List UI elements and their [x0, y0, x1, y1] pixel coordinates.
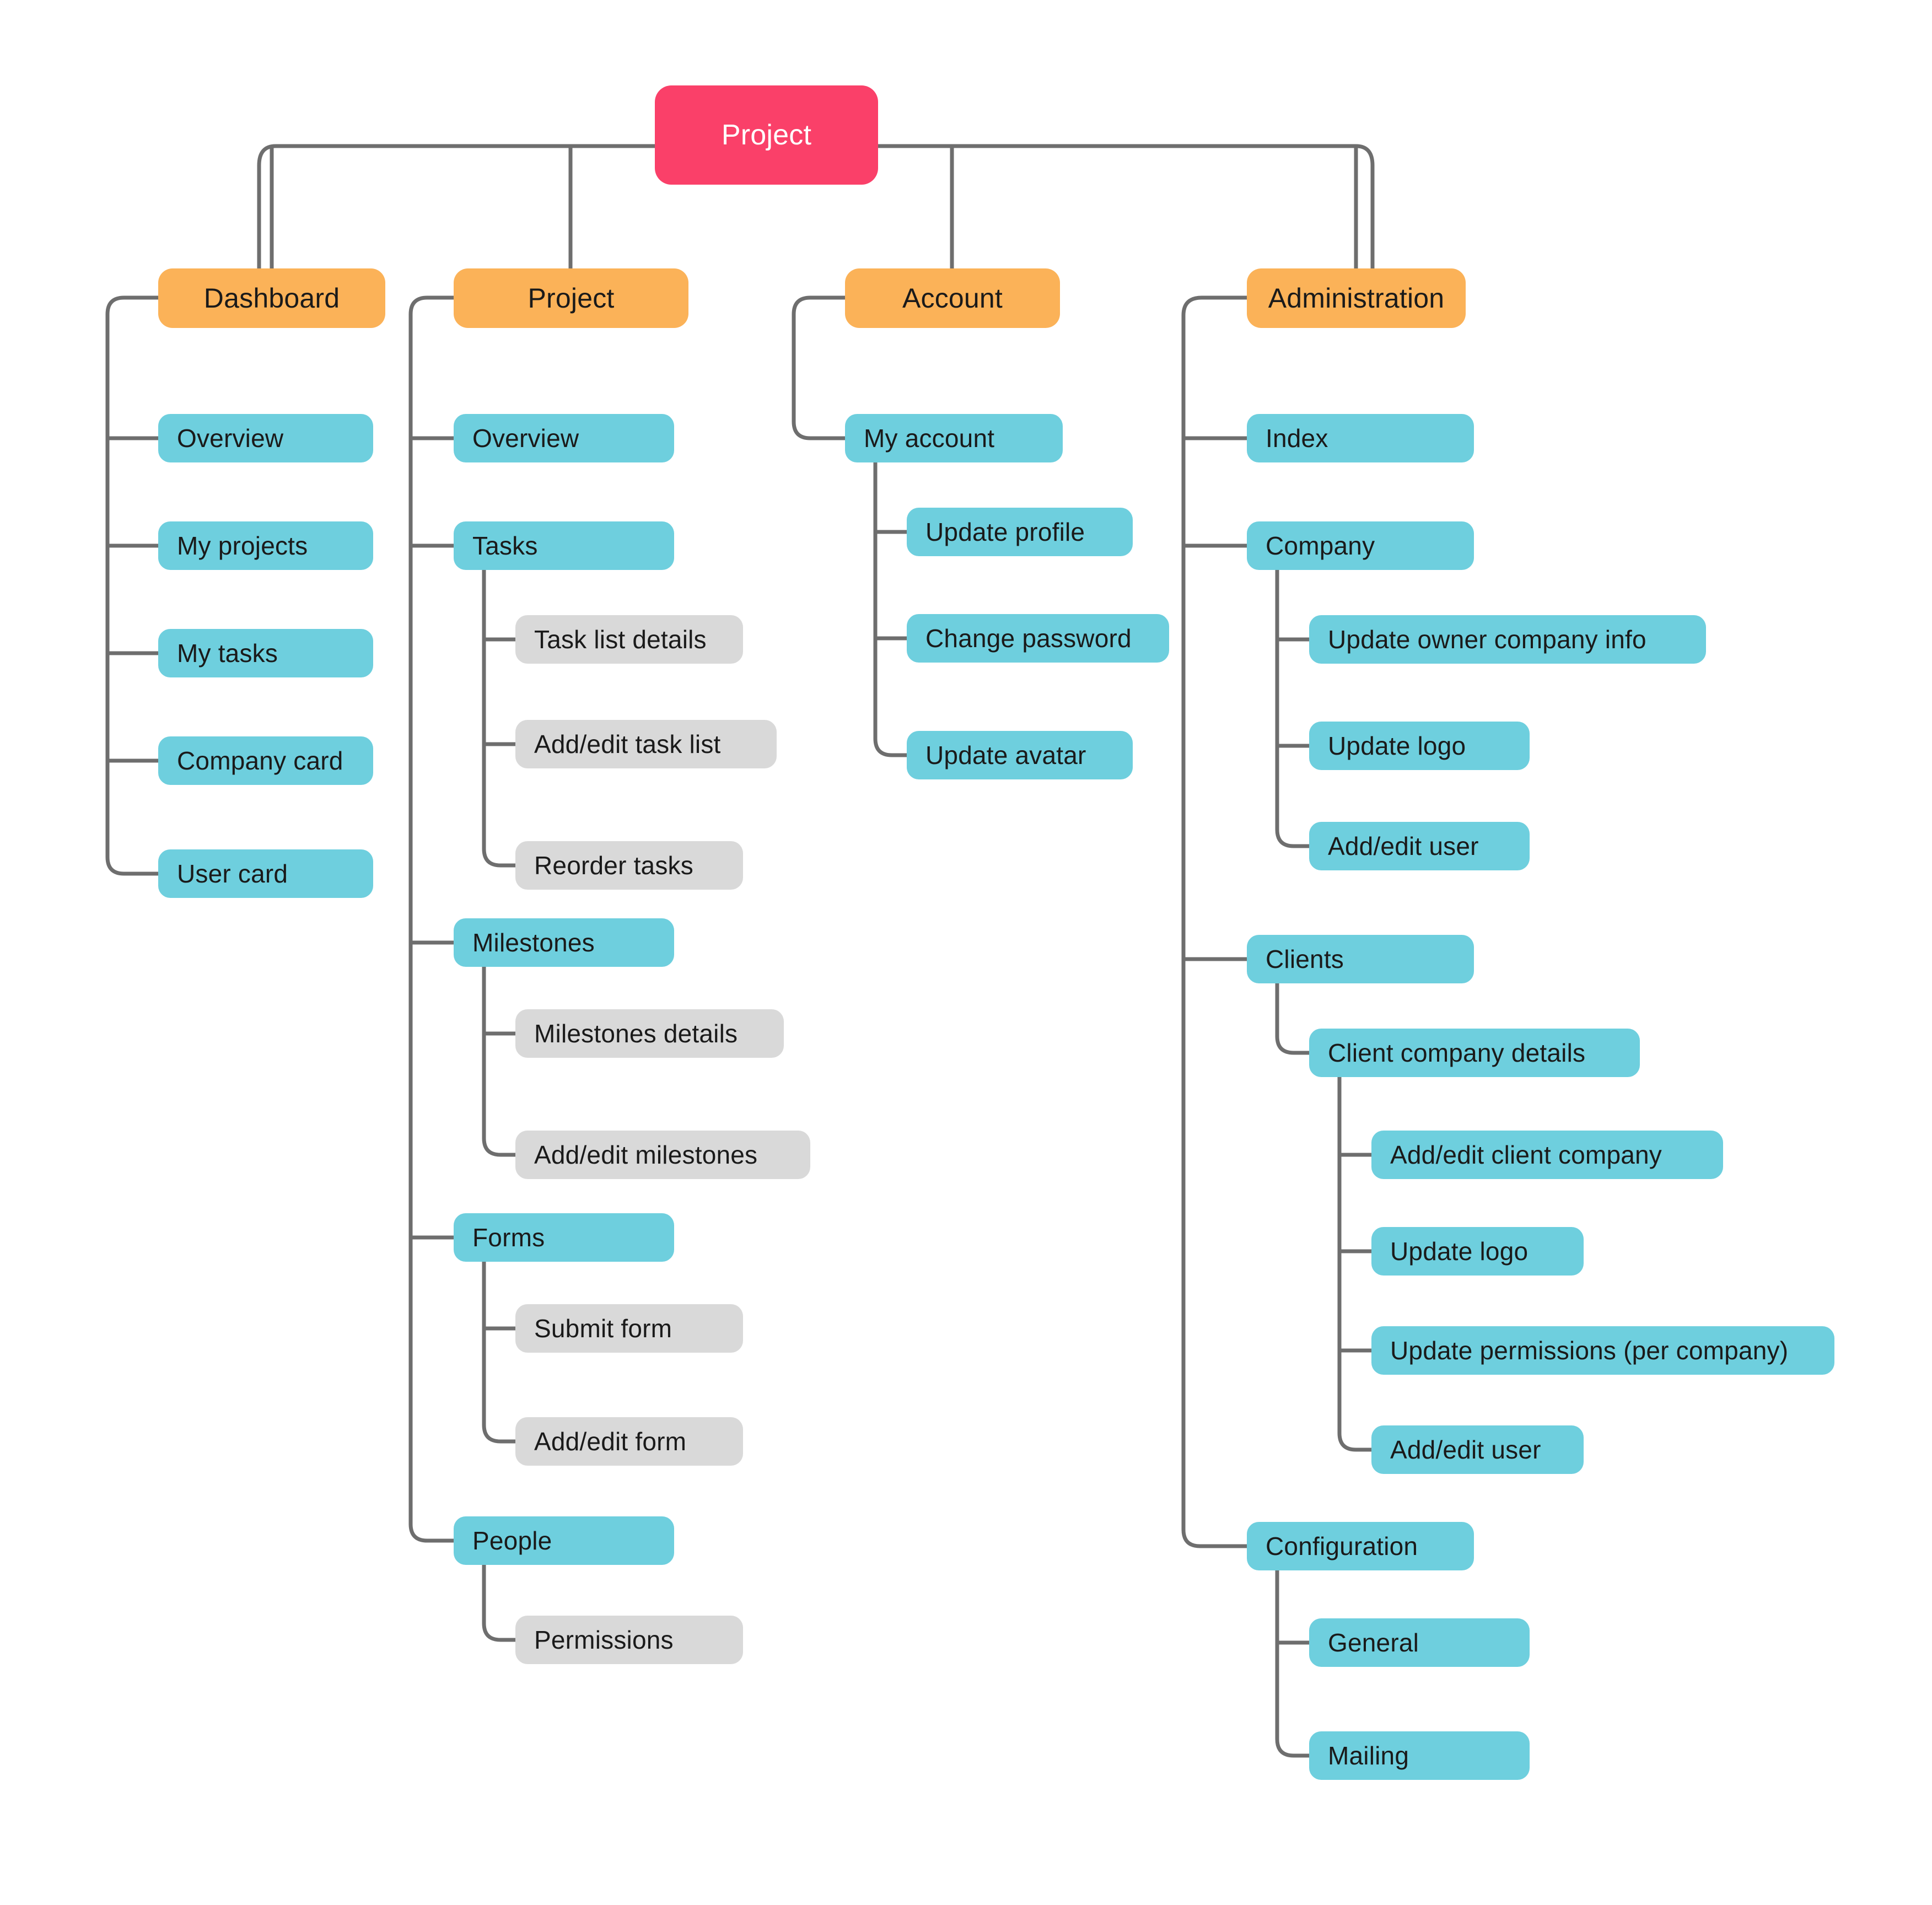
node-admin-add-edit-client-company[interactable]: Add/edit client company [1371, 1131, 1723, 1179]
node-admin-update-permissions[interactable]: Update permissions (per company) [1371, 1326, 1834, 1375]
node-dashboard-my-tasks[interactable]: My tasks [158, 629, 373, 677]
node-section-project[interactable]: Project [454, 268, 688, 328]
node-project-add-edit-milestones[interactable]: Add/edit milestones [515, 1131, 810, 1179]
node-dashboard-overview[interactable]: Overview [158, 414, 373, 462]
node-admin-company[interactable]: Company [1247, 521, 1474, 570]
node-project-tasks[interactable]: Tasks [454, 521, 674, 570]
node-account-update-avatar[interactable]: Update avatar [907, 731, 1133, 779]
node-project-people[interactable]: People [454, 1516, 674, 1565]
node-account-my-account[interactable]: My account [845, 414, 1063, 462]
node-admin-add-edit-user[interactable]: Add/edit user [1309, 822, 1530, 870]
node-project-task-list-details[interactable]: Task list details [515, 615, 743, 664]
node-project-submit-form[interactable]: Submit form [515, 1304, 743, 1353]
node-admin-client-update-logo[interactable]: Update logo [1371, 1227, 1584, 1276]
node-account-change-password[interactable]: Change password [907, 614, 1169, 663]
node-dashboard-company-card[interactable]: Company card [158, 736, 373, 785]
node-admin-general[interactable]: General [1309, 1618, 1530, 1667]
node-admin-configuration[interactable]: Configuration [1247, 1522, 1474, 1570]
node-admin-update-logo[interactable]: Update logo [1309, 722, 1530, 770]
node-project-forms[interactable]: Forms [454, 1213, 674, 1262]
node-project-milestones-details[interactable]: Milestones details [515, 1009, 784, 1058]
node-admin-clients[interactable]: Clients [1247, 935, 1474, 983]
node-admin-mailing[interactable]: Mailing [1309, 1731, 1530, 1780]
node-project-overview[interactable]: Overview [454, 414, 674, 462]
node-project-add-edit-task-list[interactable]: Add/edit task list [515, 720, 777, 768]
sitemap-diagram: Project Dashboard Project Account Admini… [0, 0, 1932, 1905]
node-project-reorder-tasks[interactable]: Reorder tasks [515, 841, 743, 890]
node-root-project[interactable]: Project [655, 85, 878, 185]
node-admin-client-company-details[interactable]: Client company details [1309, 1029, 1640, 1077]
node-admin-index[interactable]: Index [1247, 414, 1474, 462]
node-dashboard-my-projects[interactable]: My projects [158, 521, 373, 570]
node-project-permissions[interactable]: Permissions [515, 1616, 743, 1664]
node-section-dashboard[interactable]: Dashboard [158, 268, 385, 328]
node-account-update-profile[interactable]: Update profile [907, 508, 1133, 556]
node-section-account[interactable]: Account [845, 268, 1060, 328]
node-admin-update-owner-company-info[interactable]: Update owner company info [1309, 615, 1706, 664]
node-section-administration[interactable]: Administration [1247, 268, 1466, 328]
node-project-add-edit-form[interactable]: Add/edit form [515, 1417, 743, 1466]
node-dashboard-user-card[interactable]: User card [158, 849, 373, 898]
node-admin-client-add-edit-user[interactable]: Add/edit user [1371, 1425, 1584, 1474]
node-project-milestones[interactable]: Milestones [454, 918, 674, 967]
